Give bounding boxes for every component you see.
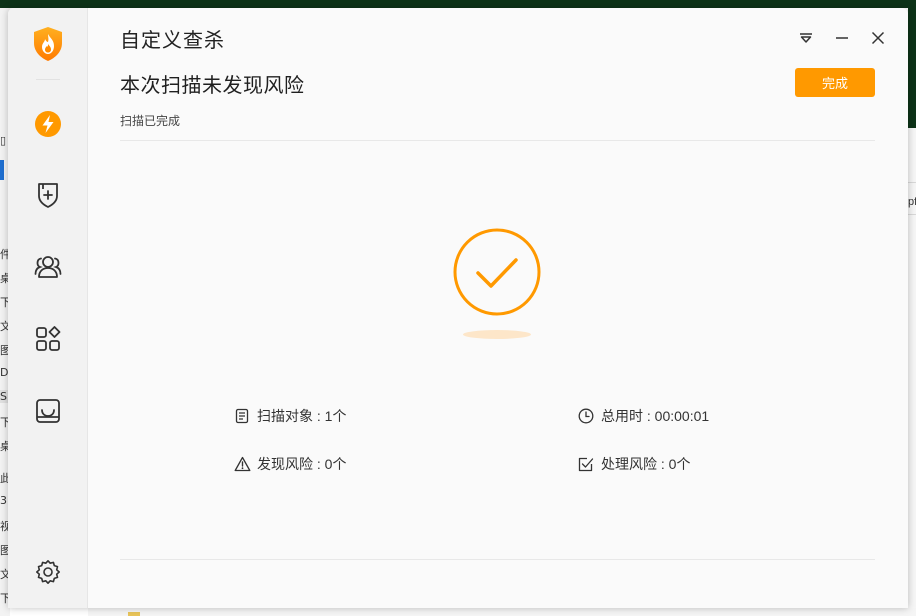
close-icon	[871, 31, 885, 45]
sidebar-item-speedup[interactable]	[28, 104, 68, 144]
dropdown-menu-button[interactable]	[794, 26, 818, 50]
checkbox-icon	[577, 455, 595, 473]
sidebar-item-protection[interactable]	[28, 175, 68, 215]
main-panel: 自定义查杀 本次扫描未发现风险 扫描已完成 完成 扫描对象: 1个 总用时:…	[88, 8, 908, 608]
background-line	[908, 182, 916, 183]
stat-found-risks: 发现风险 : 0个	[233, 454, 346, 474]
sidebar-item-settings[interactable]	[28, 552, 68, 592]
background-selection-bar	[0, 160, 4, 180]
window-controls	[794, 26, 890, 50]
stat-total-time: 总用时 : 00:00:01	[577, 406, 709, 426]
close-button[interactable]	[866, 26, 890, 50]
warning-icon	[233, 455, 251, 473]
divider	[120, 559, 875, 560]
tray-icon	[36, 399, 60, 423]
minimize-icon	[836, 37, 848, 39]
stat-handled-risks-text: 处理风险 : 0个	[601, 456, 691, 472]
sidebar	[8, 8, 88, 608]
flame-shield-logo-icon	[32, 26, 64, 62]
desktop-background-top	[0, 0, 916, 8]
stat-scan-objects-text: 扫描对象 : 1个	[257, 408, 347, 424]
scan-result-headline: 本次扫描未发现风险	[120, 75, 305, 97]
lightning-icon	[35, 111, 61, 137]
stat-scan-objects: 扫描对象 : 1个	[233, 406, 346, 426]
sidebar-item-apps[interactable]	[28, 319, 68, 359]
window-title: 自定义查杀	[120, 30, 225, 52]
apps-grid-icon	[36, 326, 61, 351]
clock-icon	[577, 407, 595, 425]
app-window: 自定义查杀 本次扫描未发现风险 扫描已完成 完成 扫描对象: 1个 总用时:…	[8, 8, 908, 608]
sidebar-item-users[interactable]	[28, 247, 68, 287]
stat-handled-risks: 处理风险 : 0个	[577, 454, 690, 474]
folder-icon	[128, 612, 140, 616]
background-line	[908, 214, 916, 215]
check-icon-shadow	[463, 330, 531, 339]
stat-total-time-text: 总用时 : 00:00:01	[601, 408, 710, 424]
menu-triangle-icon	[800, 33, 812, 43]
divider	[120, 140, 875, 141]
desktop-background-right	[908, 0, 916, 128]
sidebar-item-toolbox[interactable]	[28, 391, 68, 431]
shield-plus-icon	[38, 183, 58, 208]
document-icon	[233, 407, 251, 425]
background-taskbar-strip	[88, 608, 916, 616]
background-text-fragment: pf	[908, 196, 916, 208]
minimize-button[interactable]	[830, 26, 854, 50]
scan-status-text: 扫描已完成	[120, 114, 181, 128]
stat-found-risks-text: 发现风险 : 0个	[257, 456, 347, 472]
done-button[interactable]: 完成	[795, 68, 875, 97]
logo-separator	[36, 79, 60, 80]
gear-icon	[36, 560, 60, 584]
users-icon	[34, 256, 62, 278]
background-explorer-right: pf	[908, 128, 916, 616]
success-check-icon	[452, 227, 542, 317]
